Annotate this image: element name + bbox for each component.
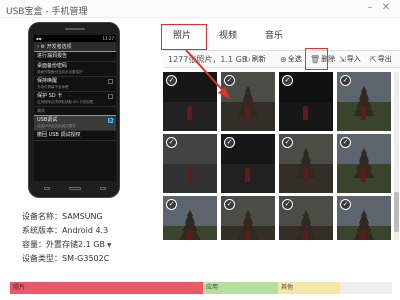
device-info: 设备名称：SAMSUNG 系统版本：Android 4.3 容量：外置存储2.1… <box>22 210 142 266</box>
storage-segment-apps: 应用 <box>203 282 278 294</box>
media-tabs: 照片 视频 音乐 <box>157 24 400 50</box>
menu-item: 保持唤醒 充电时屏幕不会休眠 <box>34 77 116 92</box>
storage-segment-free <box>340 282 392 294</box>
checkmark-icon[interactable]: ✓ <box>224 137 235 148</box>
photo-thumbnail[interactable]: ✓ <box>163 196 217 240</box>
checkmark-icon[interactable]: ✓ <box>340 199 351 210</box>
checkmark-icon[interactable]: ✓ <box>166 75 177 86</box>
storage-selector[interactable]: 容量：外置存储2.1 GB ▼ <box>22 238 142 252</box>
photo-thumbnail[interactable]: ✓ <box>279 134 333 193</box>
tab-music[interactable]: 音乐 <box>265 28 283 41</box>
phone-status-bar: ▪▪ 11:27 <box>34 35 116 42</box>
menu-item-sub: 应用程序必须获取读取 SD 卡的权限 <box>37 100 94 104</box>
menu-item-title: 桌面备份密码 <box>37 63 68 69</box>
usb-debug-title: USB调试 <box>37 117 58 123</box>
photo-thumbnail[interactable]: ✓ <box>279 72 333 131</box>
photo-thumbnail[interactable]: ✓ <box>337 134 391 193</box>
dropdown-arrow-icon[interactable]: ▼ <box>107 239 112 253</box>
select-all-icon: ⊕ <box>280 54 287 64</box>
tab-videos[interactable]: 视频 <box>219 28 237 41</box>
export-icon: ⇱ <box>370 54 377 64</box>
export-button[interactable]: ⇱ 导出 <box>370 54 392 64</box>
phone-speaker <box>65 28 85 30</box>
checkmark-icon[interactable]: ✓ <box>224 199 235 210</box>
phone-preview: ▪▪ 11:27 ‹ ⚙ 开发者选项 进行漏洞报告 桌面备份密码 桌面完整备份当… <box>28 22 120 198</box>
checkmark-icon[interactable]: ✓ <box>166 199 177 210</box>
select-all-button[interactable]: ⊕ 全选 <box>280 54 302 64</box>
select-all-label: 全选 <box>287 55 302 63</box>
minimize-icon[interactable]: – <box>364 2 376 14</box>
signal-icon: ▪▪ <box>36 36 42 41</box>
debug-section-header: 调试 <box>34 107 116 116</box>
menu-item-sub: 充电时屏幕不会休眠 <box>37 85 69 89</box>
menu-key-icon <box>43 186 50 190</box>
menu-item: 进行漏洞报告 <box>34 52 116 62</box>
revoke-usb-title: 撤回 USB 调试授权 <box>37 132 81 138</box>
photo-thumbnail[interactable]: ✓ <box>221 196 275 240</box>
storage-usage-bar: 照片 应用 其他 <box>10 282 392 294</box>
checkbox-icon <box>108 79 113 84</box>
checkmark-icon[interactable]: ✓ <box>340 137 351 148</box>
menu-item: 保护 SD 卡 应用程序必须获取读取 SD 卡的权限 <box>34 92 116 107</box>
photo-thumbnail[interactable]: ✓ <box>337 72 391 131</box>
highlight-box-delete <box>305 48 328 70</box>
refresh-button[interactable]: ↻ 刷新 <box>244 54 266 64</box>
menu-item: 撤回 USB 调试授权 <box>34 131 116 141</box>
import-button[interactable]: ⇲ 导入 <box>339 54 361 64</box>
photo-thumbnail[interactable]: ✓ <box>337 196 391 240</box>
photo-thumbnail[interactable]: ✓ <box>163 72 217 131</box>
checkbox-checked-icon <box>108 118 113 123</box>
import-label: 导入 <box>346 55 361 63</box>
window-title: USB宝盒 - 手机管理 <box>6 7 88 17</box>
scrollbar-thumb[interactable] <box>394 192 399 232</box>
scrollbar[interactable] <box>394 72 399 240</box>
photo-grid: ✓ ✓ ✓ ✓ ✓ ✓ ✓ ✓ ✓ ✓ ✓ ✓ <box>163 72 396 240</box>
title-bar: USB宝盒 - 手机管理 – ✕ <box>0 0 400 18</box>
menu-item: 桌面备份密码 桌面完整备份当前未设置保护 <box>34 62 116 77</box>
usb-debug-sub: 连接USB后启用调试模式 <box>37 124 76 128</box>
checkmark-icon[interactable]: ✓ <box>340 75 351 86</box>
menu-item-sub: 桌面完整备份当前未设置保护 <box>37 70 83 74</box>
settings-header-title: 开发者选项 <box>46 44 72 50</box>
phone-nav-keys <box>34 184 116 192</box>
photo-thumbnail[interactable]: ✓ <box>221 72 275 131</box>
usb-debug-item: USB调试 连接USB后启用调试模式 <box>34 116 116 131</box>
photo-toolbar: 1277张照片，1.1 GB ↻ 刷新 ⊕ 全选 🗑 删除 ⇲ 导入 ⇱ 导出 <box>163 50 400 68</box>
device-name: 设备名称：SAMSUNG <box>22 212 103 221</box>
refresh-icon: ↻ <box>244 54 251 64</box>
export-label: 导出 <box>377 55 392 63</box>
device-type: 设备类型：SM-G3502C <box>22 254 110 263</box>
back-icon: ‹ ⚙ <box>37 44 47 50</box>
checkmark-icon[interactable]: ✓ <box>224 75 235 86</box>
photo-thumbnail[interactable]: ✓ <box>163 134 217 193</box>
home-key-icon <box>68 186 81 190</box>
storage-segment-other: 其他 <box>278 282 340 294</box>
storage-segment-photos: 照片 <box>10 282 203 294</box>
photo-thumbnail[interactable]: ✓ <box>221 134 275 193</box>
menu-item-title: 保护 SD 卡 <box>37 93 63 99</box>
checkbox-icon <box>108 94 113 99</box>
checkmark-icon[interactable]: ✓ <box>282 199 293 210</box>
tab-photos[interactable]: 照片 <box>173 28 191 41</box>
close-icon[interactable]: ✕ <box>380 2 392 14</box>
system-version: 系统版本：Android 4.3 <box>22 226 109 235</box>
import-icon: ⇲ <box>339 54 346 64</box>
settings-header: ‹ ⚙ 开发者选项 <box>34 42 116 52</box>
back-key-icon <box>100 186 107 190</box>
menu-item-title: 保持唤醒 <box>37 78 58 84</box>
phone-screen: ▪▪ 11:27 ‹ ⚙ 开发者选项 进行漏洞报告 桌面备份密码 桌面完整备份当… <box>34 35 116 181</box>
photo-count: 1277张照片，1.1 GB <box>168 55 248 64</box>
storage-label: 容量：外置存储2.1 GB <box>22 240 105 249</box>
photo-thumbnail[interactable]: ✓ <box>279 196 333 240</box>
checkmark-icon[interactable]: ✓ <box>282 137 293 148</box>
refresh-label: 刷新 <box>251 55 266 63</box>
checkmark-icon[interactable]: ✓ <box>282 75 293 86</box>
checkmark-icon[interactable]: ✓ <box>166 137 177 148</box>
phone-time: 11:27 <box>102 36 114 41</box>
menu-item-title: 进行漏洞报告 <box>37 53 68 59</box>
